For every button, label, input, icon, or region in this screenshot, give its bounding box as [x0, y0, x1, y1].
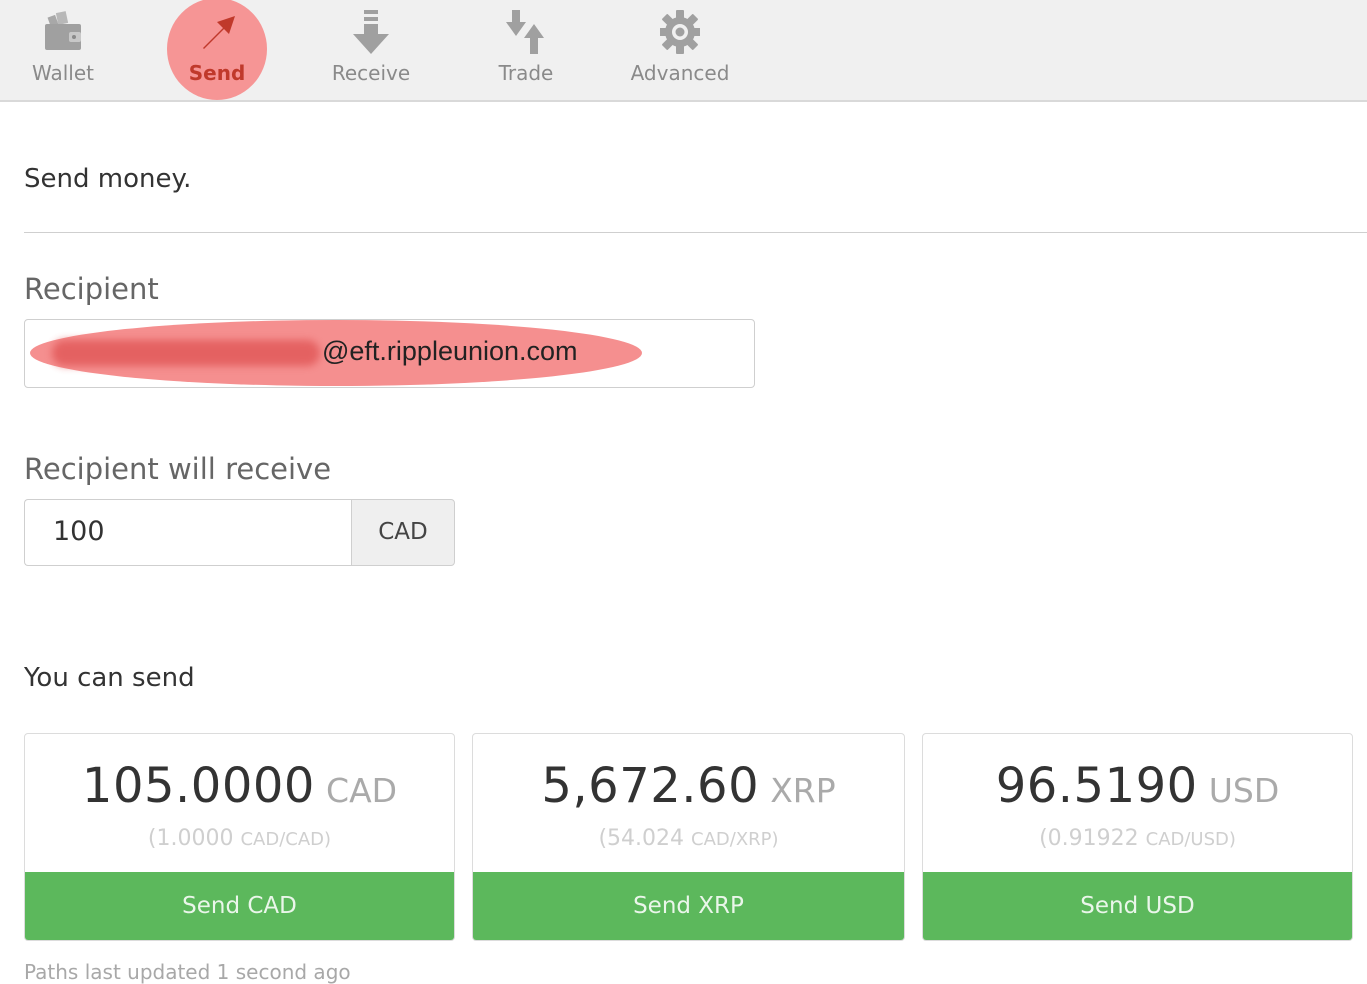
amount-currency: CAD	[326, 771, 398, 810]
amount-currency: USD	[1208, 771, 1280, 810]
rate-value: (0.91922	[1039, 826, 1139, 851]
page-title: Send money.	[24, 164, 192, 194]
nav-label-advanced: Advanced	[630, 61, 730, 85]
send-option-amount: 96.5190 USD	[923, 758, 1352, 814]
rate-value: (1.0000	[147, 826, 234, 851]
amount-currency: XRP	[770, 771, 836, 810]
send-option-card: 5,672.60 XRP (54.024 CAD/XRP) Send XRP	[472, 733, 905, 941]
exchange-rate: (1.0000 CAD/CAD)	[25, 826, 454, 851]
recipient-value: @eft.rippleunion.com	[322, 336, 578, 366]
nav-label-trade: Trade	[498, 61, 554, 85]
nav-item-advanced[interactable]: Advanced	[615, 0, 745, 100]
receive-arrow-icon	[353, 10, 389, 54]
send-option-card: 105.0000 CAD (1.0000 CAD/CAD) Send CAD	[24, 733, 455, 941]
send-arrow-icon	[203, 16, 235, 49]
amount-input[interactable]: 100	[24, 499, 351, 566]
send-option-amount: 105.0000 CAD	[25, 758, 454, 814]
send-options-heading: You can send	[24, 663, 195, 693]
currency-select-button[interactable]: CAD	[351, 499, 455, 566]
wallet-icon	[45, 11, 81, 50]
receive-amount-label: Recipient will receive	[24, 452, 332, 486]
gear-icon	[660, 10, 700, 54]
nav-item-send[interactable]: Send	[152, 0, 282, 100]
nav-item-receive[interactable]: Receive	[306, 0, 436, 100]
trade-arrows-icon	[506, 10, 544, 54]
nav-label-wallet: Wallet	[31, 61, 94, 85]
rate-pair: CAD/USD)	[1145, 829, 1236, 850]
exchange-rate: (54.024 CAD/XRP)	[473, 826, 904, 851]
nav-item-wallet[interactable]: Wallet	[0, 0, 128, 100]
amount-number: 96.5190	[995, 758, 1198, 814]
recipient-redacted-part	[52, 340, 320, 366]
amount-number: 5,672.60	[541, 758, 760, 814]
send-xrp-button[interactable]: Send XRP	[473, 872, 904, 940]
exchange-rate: (0.91922 CAD/USD)	[923, 826, 1352, 851]
amount-number: 105.0000	[81, 758, 315, 814]
main-nav: Wallet Send Receive Trade Advanced	[0, 0, 1367, 102]
paths-updated-status: Paths last updated 1 second ago	[24, 960, 351, 984]
divider	[24, 232, 1367, 233]
recipient-label: Recipient	[24, 272, 159, 306]
send-cad-button[interactable]: Send CAD	[25, 872, 454, 940]
rate-pair: CAD/CAD)	[240, 829, 332, 850]
send-usd-button[interactable]: Send USD	[923, 872, 1352, 940]
nav-label-send: Send	[188, 61, 246, 85]
nav-item-trade[interactable]: Trade	[461, 0, 591, 100]
rate-value: (54.024	[598, 826, 685, 851]
send-option-amount: 5,672.60 XRP	[473, 758, 904, 814]
send-option-card: 96.5190 USD (0.91922 CAD/USD) Send USD	[922, 733, 1353, 941]
nav-label-receive: Receive	[331, 61, 411, 85]
rate-pair: CAD/XRP)	[691, 829, 779, 850]
